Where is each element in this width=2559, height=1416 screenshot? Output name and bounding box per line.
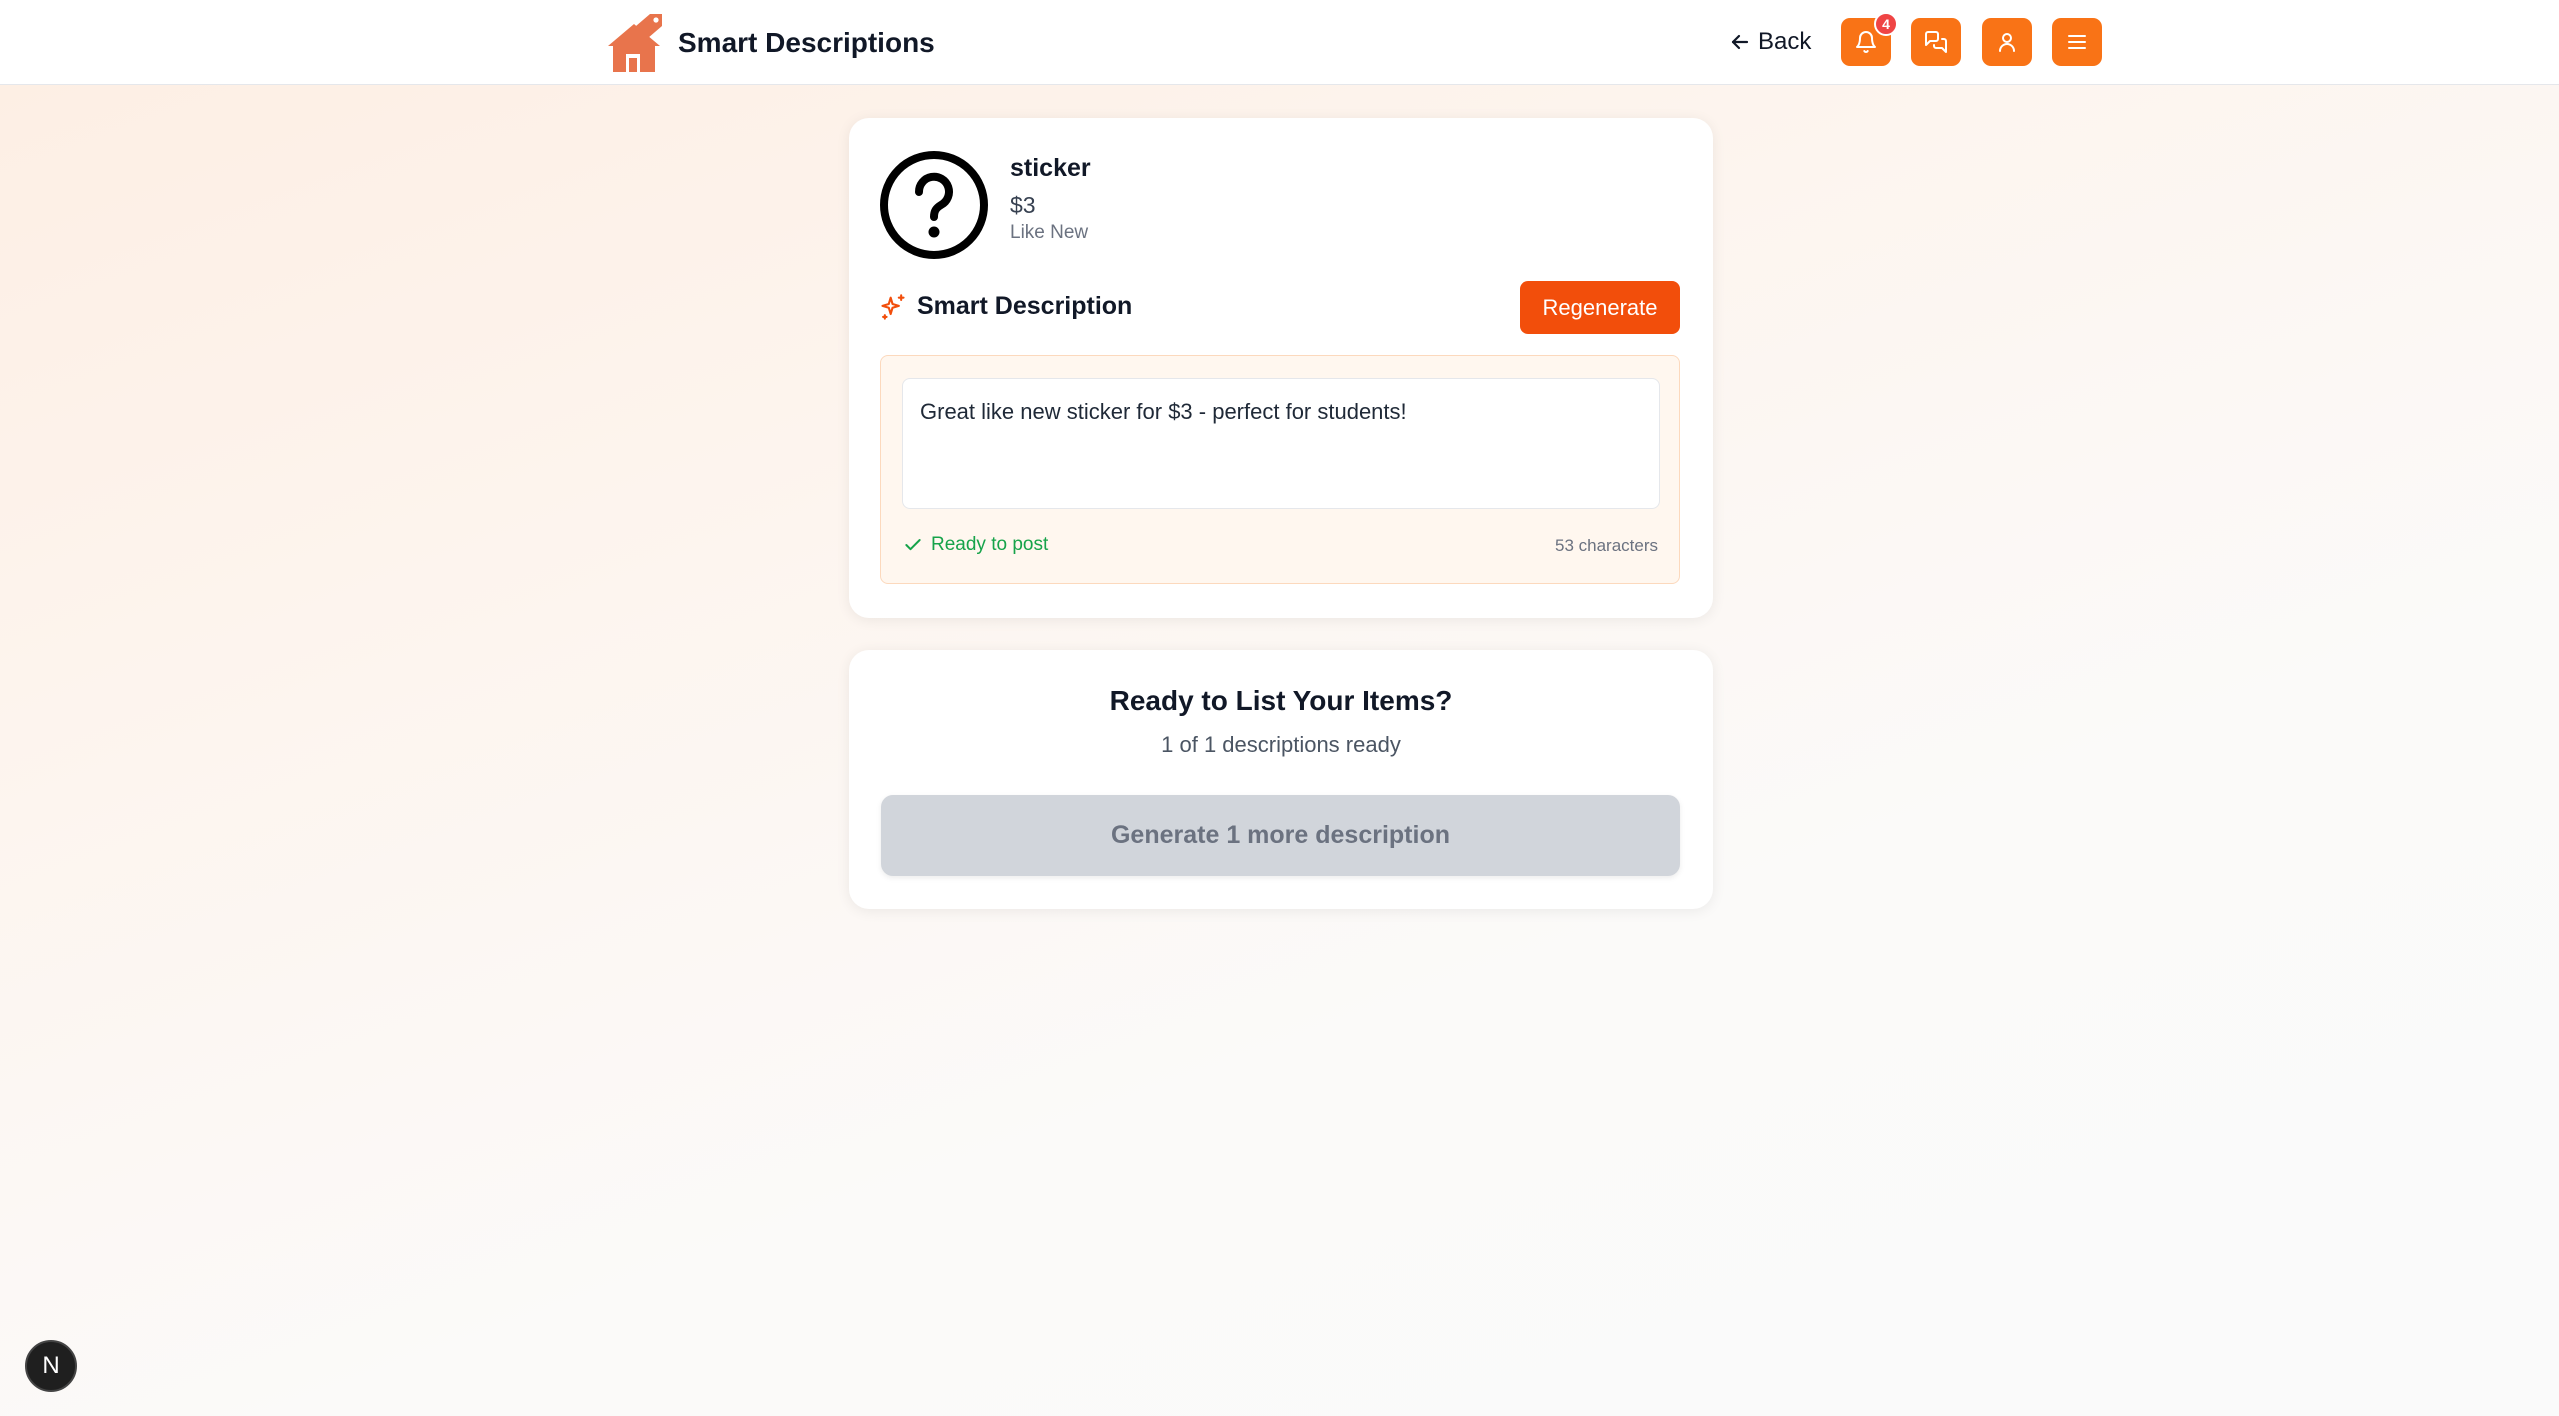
description-textarea[interactable]: Great like new sticker for $3 - perfect … [902, 378, 1660, 509]
ready-title: Ready to List Your Items? [1109, 685, 1453, 716]
check-icon [905, 539, 921, 551]
question-circle-icon [880, 151, 988, 259]
smart-description-title: Smart Description [917, 292, 1133, 320]
ready-status: Ready to post [903, 534, 1048, 556]
item-name: sticker [1010, 154, 1091, 182]
back-label: Back [1758, 28, 1812, 55]
page-title: Smart Descriptions [678, 27, 935, 58]
description-panel: Great like new sticker for $3 - perfect … [880, 355, 1680, 584]
dev-tools-badge[interactable]: N [25, 1340, 77, 1392]
item-price: $3 [1010, 192, 1036, 218]
regenerate-button[interactable]: Regenerate [1520, 281, 1680, 334]
arrow-left-icon [1731, 34, 1749, 50]
item-description-card: sticker $3 Like New Smart Description Re… [849, 118, 1713, 618]
brand[interactable]: Smart Descriptions [604, 4, 935, 82]
messages-button[interactable] [1911, 18, 1961, 66]
house-tag-logo-icon [608, 14, 662, 72]
menu-icon [2068, 35, 2086, 49]
menu-button[interactable] [2052, 18, 2102, 66]
notifications-button[interactable]: 4 [1841, 12, 1898, 66]
character-count: 53 characters [1555, 536, 1658, 555]
bell-icon [1856, 31, 1876, 53]
status-label: Ready to post [931, 534, 1049, 555]
sparkles-icon [881, 293, 905, 320]
user-icon [1999, 33, 2015, 52]
profile-button[interactable] [1982, 18, 2032, 66]
smart-description-heading: Smart Description [879, 292, 1132, 321]
item-condition: Like New [1010, 222, 1089, 243]
ready-subtitle: 1 of 1 descriptions ready [1161, 732, 1401, 757]
ready-to-list-card: Ready to List Your Items? 1 of 1 descrip… [849, 650, 1713, 909]
generate-more-button[interactable]: Generate 1 more description [881, 795, 1680, 876]
top-header: Smart Descriptions Back 4 [0, 0, 2559, 85]
chat-icon [1925, 31, 1947, 53]
back-button[interactable]: Back [1728, 22, 1811, 62]
notification-count-badge: 4 [1874, 12, 1898, 36]
dev-badge-label: N [42, 1352, 60, 1379]
